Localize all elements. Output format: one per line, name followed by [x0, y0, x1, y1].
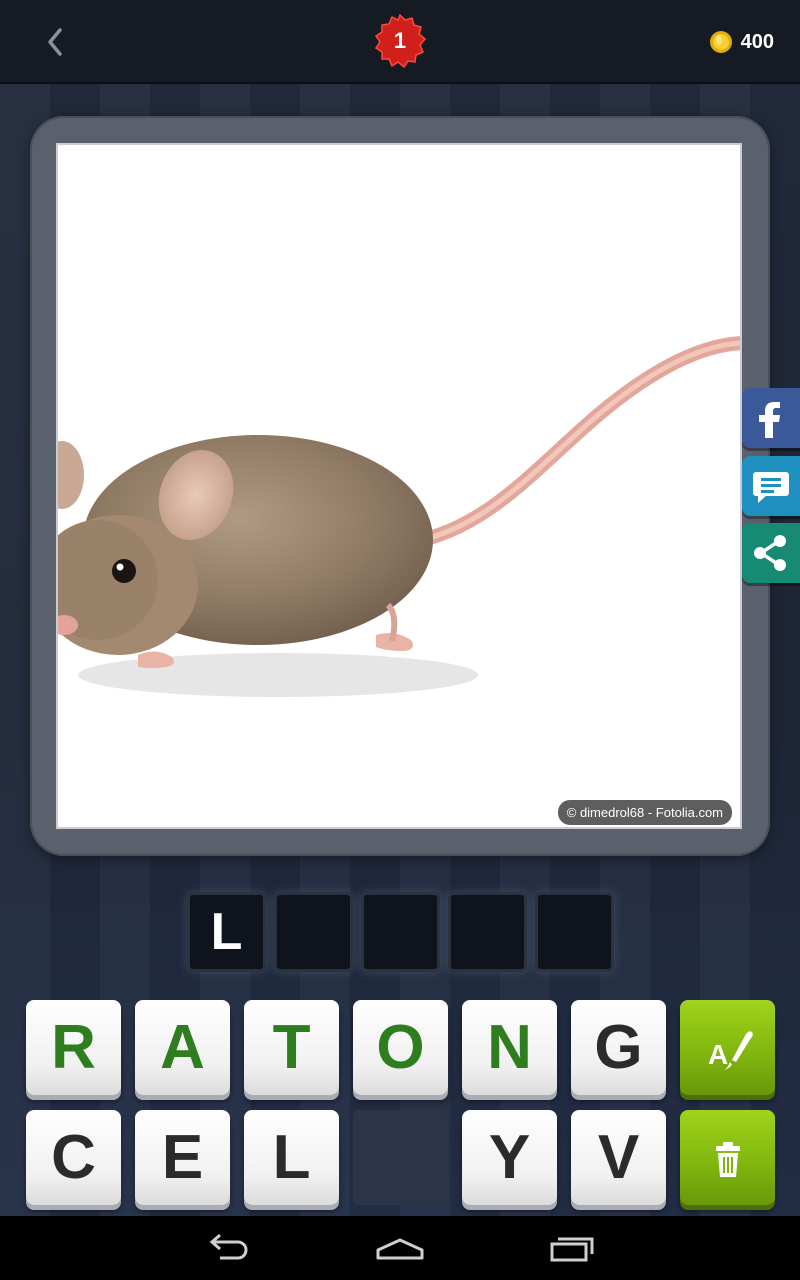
letter-key[interactable]: O	[353, 1000, 448, 1095]
facebook-share-button[interactable]	[742, 388, 800, 448]
game-screen: 1 400 © dimedrol68 - Fotolia.com L R A T…	[0, 0, 800, 1280]
system-recents-button[interactable]	[542, 1230, 602, 1266]
answer-slot-1[interactable]: L	[187, 892, 266, 972]
letter-key[interactable]: E	[135, 1110, 230, 1205]
letter-key[interactable]: V	[571, 1110, 666, 1205]
answer-slot-4[interactable]	[448, 892, 527, 972]
coin-balance: 400	[709, 26, 774, 58]
back-arrow-icon	[209, 1233, 248, 1260]
system-back-button[interactable]	[198, 1230, 258, 1266]
puzzle-picture: © dimedrol68 - Fotolia.com	[56, 143, 742, 829]
top-bar: 1 400	[0, 0, 800, 84]
remove-letters-button[interactable]	[680, 1110, 775, 1205]
share-icon	[754, 535, 786, 571]
image-credit: © dimedrol68 - Fotolia.com	[557, 800, 732, 825]
chevron-left-icon	[48, 28, 62, 56]
facebook-icon	[759, 402, 780, 438]
system-nav-bar	[0, 1216, 800, 1280]
answer-slots: L	[187, 892, 615, 974]
answer-slot-2[interactable]	[274, 892, 353, 972]
coin-count: 400	[740, 30, 774, 53]
reveal-letter-button[interactable]: A	[680, 1000, 775, 1095]
gold-coin-icon	[709, 31, 732, 53]
system-home-button[interactable]	[370, 1230, 430, 1266]
mouse-photo	[58, 336, 740, 697]
answer-slot-3[interactable]	[361, 892, 440, 972]
trash-icon	[716, 1142, 740, 1177]
message-share-button[interactable]	[742, 456, 800, 516]
recent-apps-icon	[550, 1237, 594, 1262]
letter-key[interactable]: A	[135, 1000, 230, 1095]
back-button[interactable]	[36, 22, 76, 62]
chat-bubble-icon	[753, 472, 789, 503]
svg-text:A: A	[708, 1039, 728, 1070]
letter-key[interactable]: N	[462, 1000, 557, 1095]
generic-share-button[interactable]	[742, 523, 800, 583]
letter-key[interactable]: Y	[462, 1110, 557, 1205]
letter-key[interactable]: R	[26, 1000, 121, 1095]
letter-key[interactable]: L	[244, 1110, 339, 1205]
home-icon	[376, 1238, 424, 1260]
reveal-letter-icon: A	[708, 1031, 753, 1070]
level-number: 1	[393, 28, 407, 53]
letter-key[interactable]: T	[244, 1000, 339, 1095]
level-badge: 1	[373, 14, 427, 68]
letter-key[interactable]: C	[26, 1110, 121, 1205]
answer-slot-5[interactable]	[535, 892, 614, 972]
letter-key[interactable]: G	[571, 1000, 666, 1095]
empty-letter-slot	[353, 1110, 448, 1205]
